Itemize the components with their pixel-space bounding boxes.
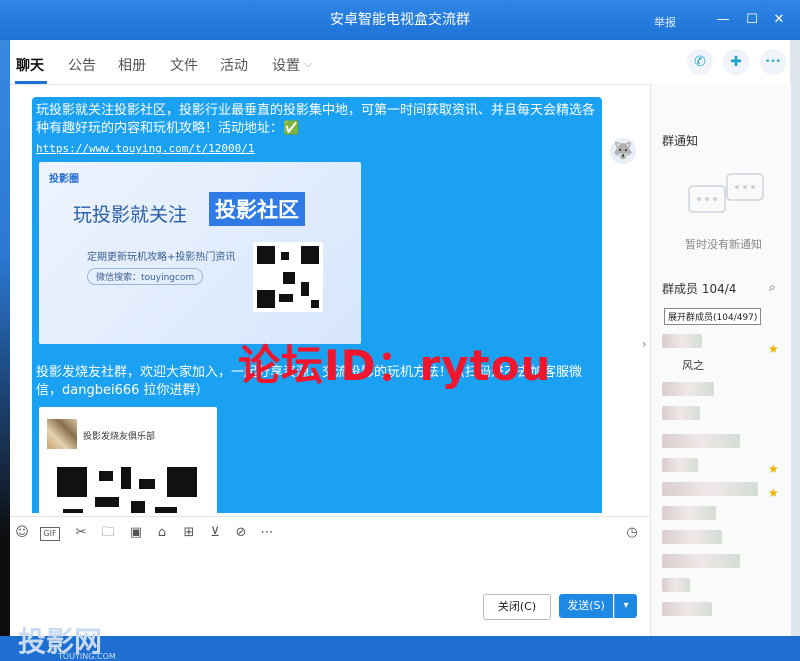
block-icon[interactable]: ⊘ [233,525,249,541]
more-circle-icon[interactable]: ⋯ [259,525,275,541]
member-item[interactable] [662,404,772,422]
folder-icon[interactable]: 🗀 [100,525,116,541]
message-plus-icon[interactable]: ✚ [723,49,749,75]
group-sidebar: 群通知 暂时没有新通知 群成员 104/4 ⌕ 展开群成员(104/497) 风… [650,84,791,636]
member-item[interactable] [662,600,772,618]
promo-wechat: 微信搜索：touyingcom [87,268,204,285]
group-name: 投影发烧友俱乐部 [83,432,156,442]
chat-window: 聊天 公告 相册 文件 活动 设置 ⌵ ✆ ✚ ••• 玩投影就关注投影社区，投… [10,40,791,661]
store-icon[interactable]: ⌂ [154,525,170,541]
promo-headline: 玩投影就关注 [73,204,188,226]
minimize-button[interactable]: — [715,12,731,28]
chevron-right-icon[interactable]: › [642,337,647,351]
chevron-down-icon[interactable]: ⌵ [304,57,312,71]
close-window-button[interactable]: ✕ [771,12,787,28]
members-title: 群成员 104/4 [662,282,737,296]
gift-icon[interactable]: ⊞ [181,525,197,541]
title-bar: 安卓智能电视盒交流群 举报 — ☐ ✕ [0,0,800,40]
tab-chat[interactable]: 聊天 [16,55,44,75]
member-name: 风之 [682,359,704,372]
member-item[interactable] [662,332,772,350]
scissors-icon[interactable]: ✂ [73,525,89,541]
send-options-button[interactable]: ▾ [614,594,637,618]
vote-icon[interactable]: ⊻ [207,525,223,541]
promo-subline: 定期更新玩机攻略+投影热门资讯 [87,252,236,263]
message-text: 玩投影就关注投影社区，投影行业最垂直的投影集中地，可第一时间获取资讯、并且每天会… [36,103,596,136]
promo-highlight: 投影社区 [209,192,305,226]
message-bubble[interactable]: 玩投影就关注投影社区，投影行业最垂直的投影集中地，可第一时间获取资讯、并且每天会… [32,97,602,513]
active-tab-indicator [15,81,47,84]
tab-notice[interactable]: 公告 [68,55,96,75]
member-item[interactable] [662,480,772,498]
group-qr-code [55,463,201,513]
message-link[interactable]: https://www.touying.com/t/12000/1 [36,142,255,155]
background-window-strip-right [790,40,800,636]
forum-id-watermark: 论坛ID：rytou [238,341,552,390]
member-item[interactable] [662,552,772,570]
tab-album[interactable]: 相册 [118,55,146,75]
phone-icon[interactable]: ✆ [687,49,713,75]
expand-members-tooltip: 展开群成员(104/497) [664,308,762,325]
maximize-button[interactable]: ☐ [744,12,760,28]
notice-title: 群通知 [662,134,699,148]
gif-icon[interactable]: GIF [40,527,60,541]
star-icon: ★ [768,486,779,500]
tab-settings[interactable]: 设置 [272,55,300,75]
tab-files[interactable]: 文件 [170,55,198,75]
member-item[interactable] [662,576,772,594]
notice-empty-text: 暂时没有新通知 [685,238,762,251]
report-link[interactable]: 举报 [654,14,676,30]
tab-bar: 聊天 公告 相册 文件 活动 设置 ⌵ [10,40,650,85]
group-qr-card[interactable]: 投影发烧友俱乐部 [39,407,217,513]
member-item[interactable] [662,456,772,474]
member-item[interactable] [662,504,772,522]
member-item[interactable] [662,380,772,398]
chat-history[interactable]: 玩投影就关注投影社区，投影行业最垂直的投影集中地，可第一时间获取资讯、并且每天会… [10,85,640,513]
search-icon[interactable]: ⌕ [769,280,776,295]
group-avatar [47,419,77,449]
tab-activity[interactable]: 活动 [220,55,248,75]
member-item[interactable] [662,432,772,450]
sender-avatar[interactable]: 🐺 [610,138,636,164]
promo-image-card[interactable]: 投影圈 玩投影就关注 投影社区 定期更新玩机攻略+投影热门资讯 微信搜索：tou… [39,162,361,344]
brand-logo: 投影圈 [49,174,79,185]
empty-notice-illustration [688,173,764,213]
input-toolbar: ☺ GIF ✂ 🗀 ▣ ⌂ ⊞ ⊻ ⊘ ⋯ ◷ [10,516,650,549]
clock-icon[interactable]: ◷ [624,525,640,541]
member-item[interactable] [662,528,772,546]
close-button[interactable]: 关闭(C) [483,594,551,620]
member-item[interactable]: 风之 [662,356,772,374]
star-icon: ★ [768,462,779,476]
qr-code [253,242,323,312]
background-window-strip [0,0,10,636]
window-title: 安卓智能电视盒交流群 [330,12,470,28]
star-icon: ★ [768,342,779,356]
more-icon[interactable]: ••• [760,49,786,75]
image-icon[interactable]: ▣ [128,525,144,541]
message-input[interactable] [10,548,650,636]
emoji-icon[interactable]: ☺ [14,525,30,541]
send-button[interactable]: 发送(S) [559,594,613,618]
site-watermark-sub: TOUYING.COM [58,652,116,661]
